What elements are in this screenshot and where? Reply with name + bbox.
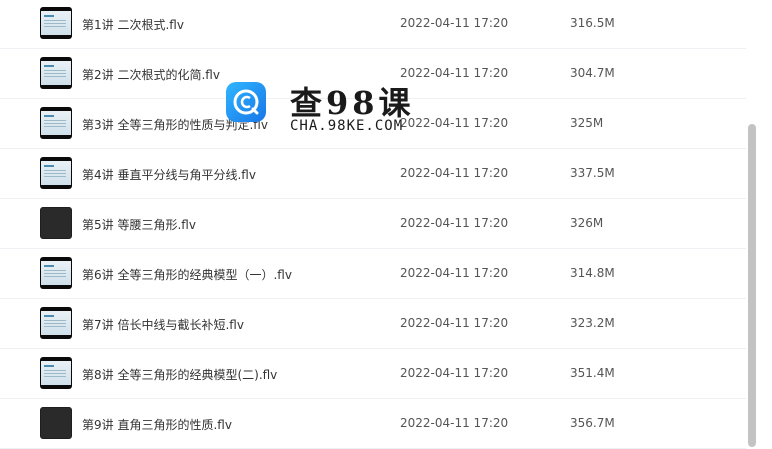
scrollbar-thumb[interactable] [748, 124, 756, 447]
video-thumbnail-icon [40, 107, 72, 139]
video-thumbnail-icon [40, 207, 72, 239]
file-size: 356.7M [570, 416, 615, 430]
file-list: 第1讲 二次根式.flv 2022-04-11 17:20 316.5M 第2讲… [0, 0, 746, 449]
file-date: 2022-04-11 17:20 [400, 16, 509, 30]
file-row[interactable]: 第3讲 全等三角形的性质与判定.flv 2022-04-11 17:20 325… [0, 99, 746, 149]
file-name[interactable]: 第5讲 等腰三角形.flv [82, 216, 196, 233]
video-thumbnail-icon [40, 157, 72, 189]
video-thumbnail-icon [40, 257, 72, 289]
file-size: 304.7M [570, 66, 615, 80]
file-row[interactable]: 第1讲 二次根式.flv 2022-04-11 17:20 316.5M [0, 0, 746, 49]
video-thumbnail-icon [40, 57, 72, 89]
file-size: 351.4M [570, 366, 615, 380]
file-name[interactable]: 第4讲 垂直平分线与角平分线.flv [82, 166, 256, 183]
file-size: 323.2M [570, 316, 615, 330]
video-thumbnail-icon [40, 307, 72, 339]
file-date: 2022-04-11 17:20 [400, 216, 509, 230]
file-name[interactable]: 第3讲 全等三角形的性质与判定.flv [82, 116, 268, 133]
file-row[interactable]: 第8讲 全等三角形的经典模型(二).flv 2022-04-11 17:20 3… [0, 349, 746, 399]
file-date: 2022-04-11 17:20 [400, 416, 509, 430]
file-date: 2022-04-11 17:20 [400, 266, 509, 280]
file-row[interactable]: 第4讲 垂直平分线与角平分线.flv 2022-04-11 17:20 337.… [0, 149, 746, 199]
file-name[interactable]: 第6讲 全等三角形的经典模型（一）.flv [82, 266, 292, 283]
file-date: 2022-04-11 17:20 [400, 116, 509, 130]
file-size: 337.5M [570, 166, 615, 180]
file-date: 2022-04-11 17:20 [400, 166, 509, 180]
file-row[interactable]: 第7讲 倍长中线与截长补短.flv 2022-04-11 17:20 323.2… [0, 299, 746, 349]
file-size: 325M [570, 116, 604, 130]
file-date: 2022-04-11 17:20 [400, 316, 509, 330]
file-date: 2022-04-11 17:20 [400, 66, 509, 80]
file-row[interactable]: 第9讲 直角三角形的性质.flv 2022-04-11 17:20 356.7M [0, 399, 746, 449]
file-name[interactable]: 第8讲 全等三角形的经典模型(二).flv [82, 366, 277, 383]
file-size: 314.8M [570, 266, 615, 280]
video-thumbnail-icon [40, 407, 72, 439]
video-thumbnail-icon [40, 7, 72, 39]
video-thumbnail-icon [40, 357, 72, 389]
file-row[interactable]: 第5讲 等腰三角形.flv 2022-04-11 17:20 326M [0, 199, 746, 249]
file-name[interactable]: 第2讲 二次根式的化简.flv [82, 66, 220, 83]
file-size: 316.5M [570, 16, 615, 30]
file-name[interactable]: 第9讲 直角三角形的性质.flv [82, 416, 232, 433]
file-name[interactable]: 第7讲 倍长中线与截长补短.flv [82, 316, 244, 333]
file-name[interactable]: 第1讲 二次根式.flv [82, 16, 184, 33]
file-row[interactable]: 第6讲 全等三角形的经典模型（一）.flv 2022-04-11 17:20 3… [0, 249, 746, 299]
file-date: 2022-04-11 17:20 [400, 366, 509, 380]
file-row[interactable]: 第2讲 二次根式的化简.flv 2022-04-11 17:20 304.7M [0, 49, 746, 99]
file-size: 326M [570, 216, 604, 230]
